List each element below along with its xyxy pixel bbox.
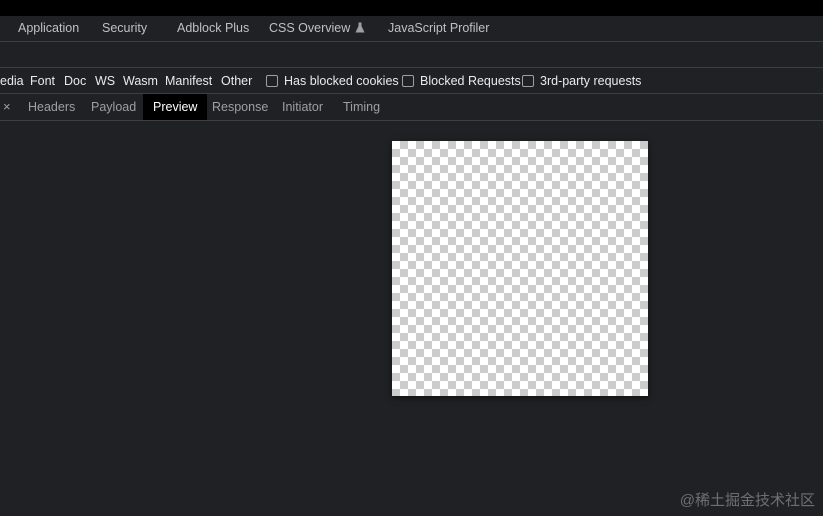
filter-other[interactable]: Other <box>221 74 252 88</box>
panel-tab-css-overview[interactable]: CSS Overview <box>269 21 365 36</box>
close-icon[interactable]: × <box>3 99 11 114</box>
filter-media[interactable]: edia <box>0 74 24 88</box>
toolbar-row <box>0 42 823 68</box>
tab-payload[interactable]: Payload <box>91 100 136 114</box>
tab-response[interactable]: Response <box>212 100 268 114</box>
flask-icon <box>355 22 365 36</box>
panel-tab-security[interactable]: Security <box>102 21 147 35</box>
request-detail-tabs: × Headers Payload Preview Response Initi… <box>0 94 823 121</box>
blocked-requests-checkbox[interactable] <box>402 75 414 87</box>
tab-preview[interactable]: Preview <box>143 94 208 120</box>
tab-timing[interactable]: Timing <box>343 100 380 114</box>
panel-tab-adblock-plus[interactable]: Adblock Plus <box>177 21 249 35</box>
has-blocked-cookies-checkbox[interactable] <box>266 75 278 87</box>
filter-doc[interactable]: Doc <box>64 74 86 88</box>
filter-ws[interactable]: WS <box>95 74 115 88</box>
filter-wasm[interactable]: Wasm <box>123 74 158 88</box>
has-blocked-cookies-label: Has blocked cookies <box>284 74 399 88</box>
third-party-requests-checkbox[interactable] <box>522 75 534 87</box>
filter-font[interactable]: Font <box>30 74 55 88</box>
request-type-filter-bar: edia Font Doc WS Wasm Manifest Other Has… <box>0 68 823 94</box>
panel-tab-css-overview-label: CSS Overview <box>269 21 351 35</box>
panel-tab-application[interactable]: Application <box>18 21 79 35</box>
panel-tab-javascript-profiler[interactable]: JavaScript Profiler <box>388 21 489 35</box>
tab-headers[interactable]: Headers <box>28 100 75 114</box>
blocked-requests-label: Blocked Requests <box>420 74 521 88</box>
devtools-panel-tabs: Application Security Adblock Plus CSS Ov… <box>0 16 823 42</box>
third-party-requests-label: 3rd-party requests <box>540 74 642 88</box>
filter-manifest[interactable]: Manifest <box>165 74 212 88</box>
transparent-image-preview <box>392 141 648 396</box>
tab-initiator[interactable]: Initiator <box>282 100 323 114</box>
window-top-bar <box>0 0 823 16</box>
watermark: @稀土掘金技术社区 <box>679 492 815 509</box>
